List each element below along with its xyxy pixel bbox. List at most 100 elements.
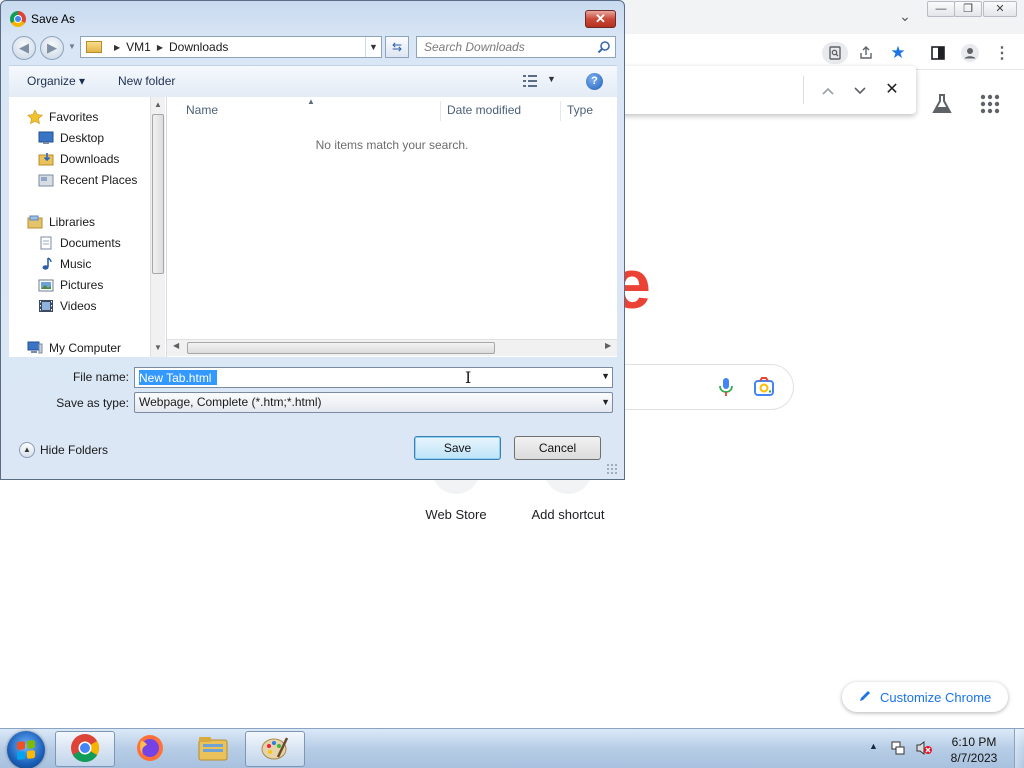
google-apps-grid-icon[interactable] [978, 92, 1002, 116]
search-downloads-field[interactable] [416, 36, 616, 58]
nav-scroll-thumb[interactable] [152, 114, 164, 274]
hide-folders-toggle[interactable]: ▲ Hide Folders [19, 442, 108, 458]
dialog-close-button[interactable]: ✕ [585, 10, 616, 28]
shortcut-label-add-shortcut[interactable]: Add shortcut [513, 507, 623, 522]
taskbar-chrome-button[interactable] [55, 731, 115, 767]
column-divider[interactable] [560, 101, 561, 121]
nav-videos[interactable]: Videos [38, 296, 96, 316]
save-as-type-select[interactable]: Webpage, Complete (*.htm;*.html) ▼ [134, 392, 613, 413]
minimize-button[interactable]: — [927, 1, 955, 17]
nav-desktop[interactable]: Desktop [38, 128, 104, 148]
customize-chrome-button[interactable]: Customize Chrome [842, 682, 1008, 712]
taskbar-paint-button[interactable] [245, 731, 305, 767]
downloads-folder-icon [38, 152, 54, 166]
scroll-right-arrow-icon[interactable]: ▶ [605, 341, 611, 350]
file-name-input[interactable] [139, 369, 579, 386]
windows-logo-icon [17, 740, 35, 760]
address-dropdown-chevron-icon[interactable]: ▼ [365, 37, 381, 57]
forward-arrow-icon[interactable]: ▶ [40, 36, 64, 60]
scroll-left-arrow-icon[interactable]: ◀ [173, 341, 179, 350]
recent-locations-chevron-icon[interactable]: ▼ [68, 42, 76, 51]
side-panel-icon[interactable] [926, 42, 950, 64]
empty-results-message: No items match your search. [315, 138, 469, 152]
nav-libraries[interactable]: Libraries [27, 212, 95, 232]
network-icon[interactable] [890, 740, 906, 756]
nav-pane-scrollbar[interactable]: ▲ ▼ [150, 97, 165, 357]
breadcrumb-separator-icon[interactable]: ▶ [157, 43, 163, 52]
favorites-star-icon [27, 109, 43, 125]
search-input[interactable] [417, 37, 592, 57]
column-divider[interactable] [440, 101, 441, 121]
column-header-name[interactable]: Name [186, 101, 218, 123]
change-view-icon[interactable] [521, 72, 541, 90]
resize-grip-icon[interactable] [606, 463, 618, 475]
command-bar: Organize ▾ New folder ▼ ? [9, 65, 617, 97]
search-icon[interactable] [597, 40, 611, 54]
nav-label-videos: Videos [60, 299, 97, 313]
google-lens-camera-icon[interactable] [752, 376, 776, 398]
file-list-pane: ▲ Name Date modified Type No items match… [167, 97, 617, 357]
folder-explorer-icon [197, 734, 229, 765]
share-icon[interactable] [854, 42, 878, 64]
nav-label-pictures: Pictures [60, 278, 104, 292]
file-list-horizontal-scrollbar[interactable]: ◀ ▶ [167, 339, 617, 356]
find-close-icon[interactable]: ✕ [882, 80, 902, 100]
organize-menu-button[interactable]: Organize ▾ [27, 74, 85, 88]
new-folder-button[interactable]: New folder [118, 74, 175, 88]
nav-label-recent-places: Recent Places [60, 173, 138, 187]
breadcrumb-item-downloads[interactable]: Downloads [169, 40, 228, 54]
save-as-type-chevron-icon[interactable]: ▼ [601, 393, 610, 412]
start-button[interactable] [7, 731, 45, 768]
horizontal-scroll-thumb[interactable] [187, 342, 495, 354]
nav-recent-places[interactable]: Recent Places [38, 170, 137, 190]
volume-muted-icon[interactable] [915, 740, 933, 756]
nav-documents[interactable]: Documents [38, 233, 121, 253]
paint-palette-icon [260, 733, 290, 766]
save-as-type-value: Webpage, Complete (*.htm;*.html) [139, 395, 322, 409]
nav-music[interactable]: Music [38, 254, 91, 274]
chrome-logo-icon [70, 733, 100, 766]
find-previous-chevron-icon[interactable] [818, 80, 838, 100]
taskbar-firefox-button[interactable] [120, 731, 180, 767]
nav-downloads[interactable]: Downloads [38, 149, 119, 169]
music-note-icon [38, 257, 54, 271]
scroll-up-arrow-icon[interactable]: ▲ [151, 100, 165, 109]
restore-button[interactable]: ❐ [954, 1, 982, 17]
dialog-titlebar[interactable] [1, 1, 624, 35]
help-icon[interactable]: ? [586, 73, 603, 90]
file-name-dropdown-chevron-icon[interactable]: ▼ [601, 371, 610, 381]
refresh-icon[interactable]: ⇆ [385, 36, 409, 58]
chrome-menu-icon[interactable]: ⋮ [990, 42, 1014, 64]
breadcrumb-item-vm1[interactable]: VM1 [126, 40, 151, 54]
videos-film-icon [38, 299, 54, 313]
scroll-down-arrow-icon[interactable]: ▼ [151, 343, 165, 352]
recent-places-icon [38, 173, 54, 187]
taskbar-explorer-button[interactable] [183, 731, 243, 767]
cancel-button[interactable]: Cancel [514, 436, 601, 460]
system-clock[interactable]: 6:10 PM 8/7/2023 [940, 734, 1008, 766]
profile-avatar-icon[interactable] [958, 42, 982, 64]
column-header-date-modified[interactable]: Date modified [447, 101, 521, 123]
find-next-chevron-icon[interactable] [850, 80, 870, 100]
save-button[interactable]: Save [414, 436, 501, 460]
breadcrumb-separator-icon[interactable]: ▶ [114, 43, 120, 52]
bookmark-star-icon[interactable]: ★ [886, 42, 910, 64]
column-header-type[interactable]: Type [567, 101, 593, 123]
view-options-chevron-icon[interactable]: ▼ [547, 74, 556, 84]
tab-search-chevron-icon[interactable]: ⌄ [896, 8, 914, 26]
address-breadcrumb-bar[interactable]: ▶ VM1 ▶ Downloads ▼ [80, 36, 382, 58]
labs-flask-icon[interactable] [930, 92, 954, 116]
file-name-field[interactable]: ▼ [134, 367, 613, 388]
show-hidden-icons-chevron-icon[interactable]: ▲ [869, 741, 878, 751]
nav-my-computer[interactable]: My Computer [27, 338, 121, 357]
find-in-page-icon[interactable] [822, 42, 848, 64]
voice-search-mic-icon[interactable] [716, 376, 736, 398]
nav-pictures[interactable]: Pictures [38, 275, 103, 295]
back-arrow-icon[interactable]: ◀ [12, 36, 36, 60]
nav-label-music: Music [60, 257, 92, 271]
shortcut-label-web-store[interactable]: Web Store [401, 507, 511, 522]
show-desktop-button[interactable] [1014, 729, 1024, 768]
hide-folders-label: Hide Folders [40, 443, 109, 457]
nav-favorites[interactable]: Favorites [27, 107, 98, 127]
close-window-button[interactable]: ✕ [983, 1, 1017, 17]
